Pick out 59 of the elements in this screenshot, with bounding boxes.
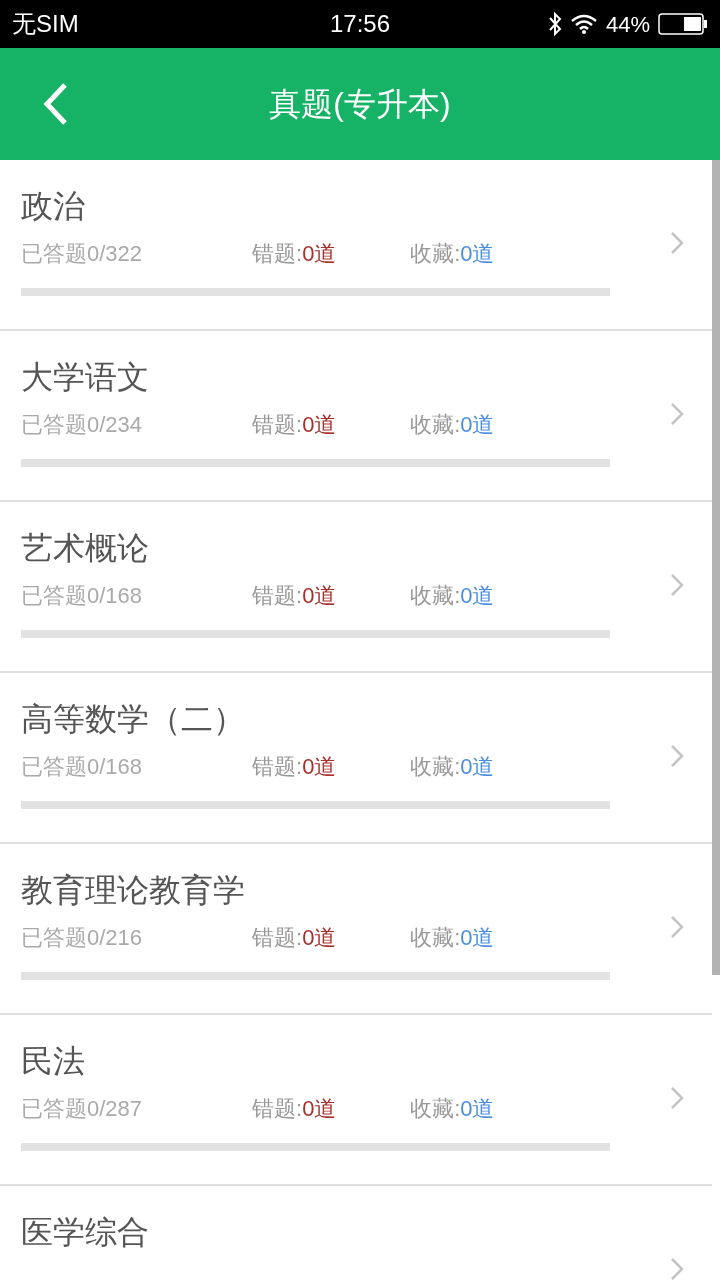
favorite-label: 收藏: bbox=[410, 1094, 461, 1123]
wrong-count: 0道 bbox=[302, 239, 338, 268]
favorite-count: 0道 bbox=[460, 239, 495, 268]
chevron-icon bbox=[670, 1257, 684, 1280]
wrong-label: 错题: bbox=[252, 1094, 303, 1123]
favorite-label: 收藏: bbox=[410, 410, 461, 439]
wrong-label: 错题: bbox=[252, 752, 303, 781]
battery-text: 44% bbox=[605, 10, 650, 39]
favorite-label: 收藏: bbox=[410, 923, 461, 952]
battery-icon bbox=[658, 13, 708, 35]
answered-count: 已答题0/168 bbox=[21, 581, 144, 610]
chevron-icon bbox=[670, 1086, 684, 1110]
favorite-count: 0道 bbox=[460, 923, 495, 952]
time-text: 17:56 bbox=[329, 9, 391, 39]
wrong-count: 0道 bbox=[302, 410, 338, 439]
wrong-label: 错题: bbox=[252, 410, 303, 439]
chevron-icon bbox=[670, 744, 684, 768]
back-icon bbox=[43, 82, 69, 126]
subject-title: 医学综合 bbox=[21, 1213, 150, 1252]
subject-title: 高等数学（二） bbox=[21, 700, 246, 739]
chevron-icon bbox=[670, 573, 684, 597]
subject-row[interactable]: 高等数学（二） 已答题0/168 错题:0道 收藏:0道 bbox=[0, 673, 712, 844]
subject-title: 大学语文 bbox=[21, 358, 150, 397]
chevron-icon bbox=[670, 915, 684, 939]
wrong-count: 0道 bbox=[302, 923, 338, 952]
subject-row[interactable]: 教育理论教育学 已答题0/216 错题:0道 收藏:0道 bbox=[0, 844, 712, 1015]
chevron-icon bbox=[670, 402, 684, 426]
wrong-label: 错题: bbox=[252, 923, 303, 952]
bluetooth-icon bbox=[547, 12, 562, 36]
subject-row[interactable]: 医学综合 bbox=[0, 1186, 712, 1280]
subject-row[interactable]: 政治 已答题0/322 错题:0道 收藏:0道 bbox=[0, 160, 712, 331]
favorite-label: 收藏: bbox=[410, 581, 461, 610]
wrong-label: 错题: bbox=[252, 239, 303, 268]
favorite-label: 收藏: bbox=[410, 239, 461, 268]
wrong-count: 0道 bbox=[302, 752, 338, 781]
subject-title: 民法 bbox=[21, 1042, 86, 1081]
answered-count: 已答题0/322 bbox=[21, 239, 144, 268]
wifi-icon bbox=[569, 13, 598, 35]
answered-count: 已答题0/216 bbox=[21, 923, 144, 952]
page-title: 真题(专升本) bbox=[269, 85, 451, 124]
subject-row[interactable]: 大学语文 已答题0/234 错题:0道 收藏:0道 bbox=[0, 331, 712, 502]
wrong-count: 0道 bbox=[302, 581, 338, 610]
carrier-text: 无SIM bbox=[12, 9, 79, 39]
favorite-label: 收藏: bbox=[410, 752, 461, 781]
answered-count: 已答题0/168 bbox=[21, 752, 144, 781]
subject-row[interactable]: 艺术概论 已答题0/168 错题:0道 收藏:0道 bbox=[0, 502, 712, 673]
subject-title: 政治 bbox=[21, 187, 86, 226]
wrong-count: 0道 bbox=[302, 1094, 338, 1123]
subject-title: 教育理论教育学 bbox=[21, 871, 246, 910]
favorite-count: 0道 bbox=[460, 752, 495, 781]
wrong-label: 错题: bbox=[252, 581, 303, 610]
subject-row[interactable]: 民法 已答题0/287 错题:0道 收藏:0道 bbox=[0, 1015, 712, 1186]
subject-title: 艺术概论 bbox=[21, 529, 150, 568]
answered-count: 已答题0/287 bbox=[21, 1094, 144, 1123]
favorite-count: 0道 bbox=[460, 1094, 495, 1123]
chevron-icon bbox=[670, 231, 684, 255]
favorite-count: 0道 bbox=[460, 581, 495, 610]
answered-count: 已答题0/234 bbox=[21, 410, 144, 439]
favorite-count: 0道 bbox=[460, 410, 495, 439]
